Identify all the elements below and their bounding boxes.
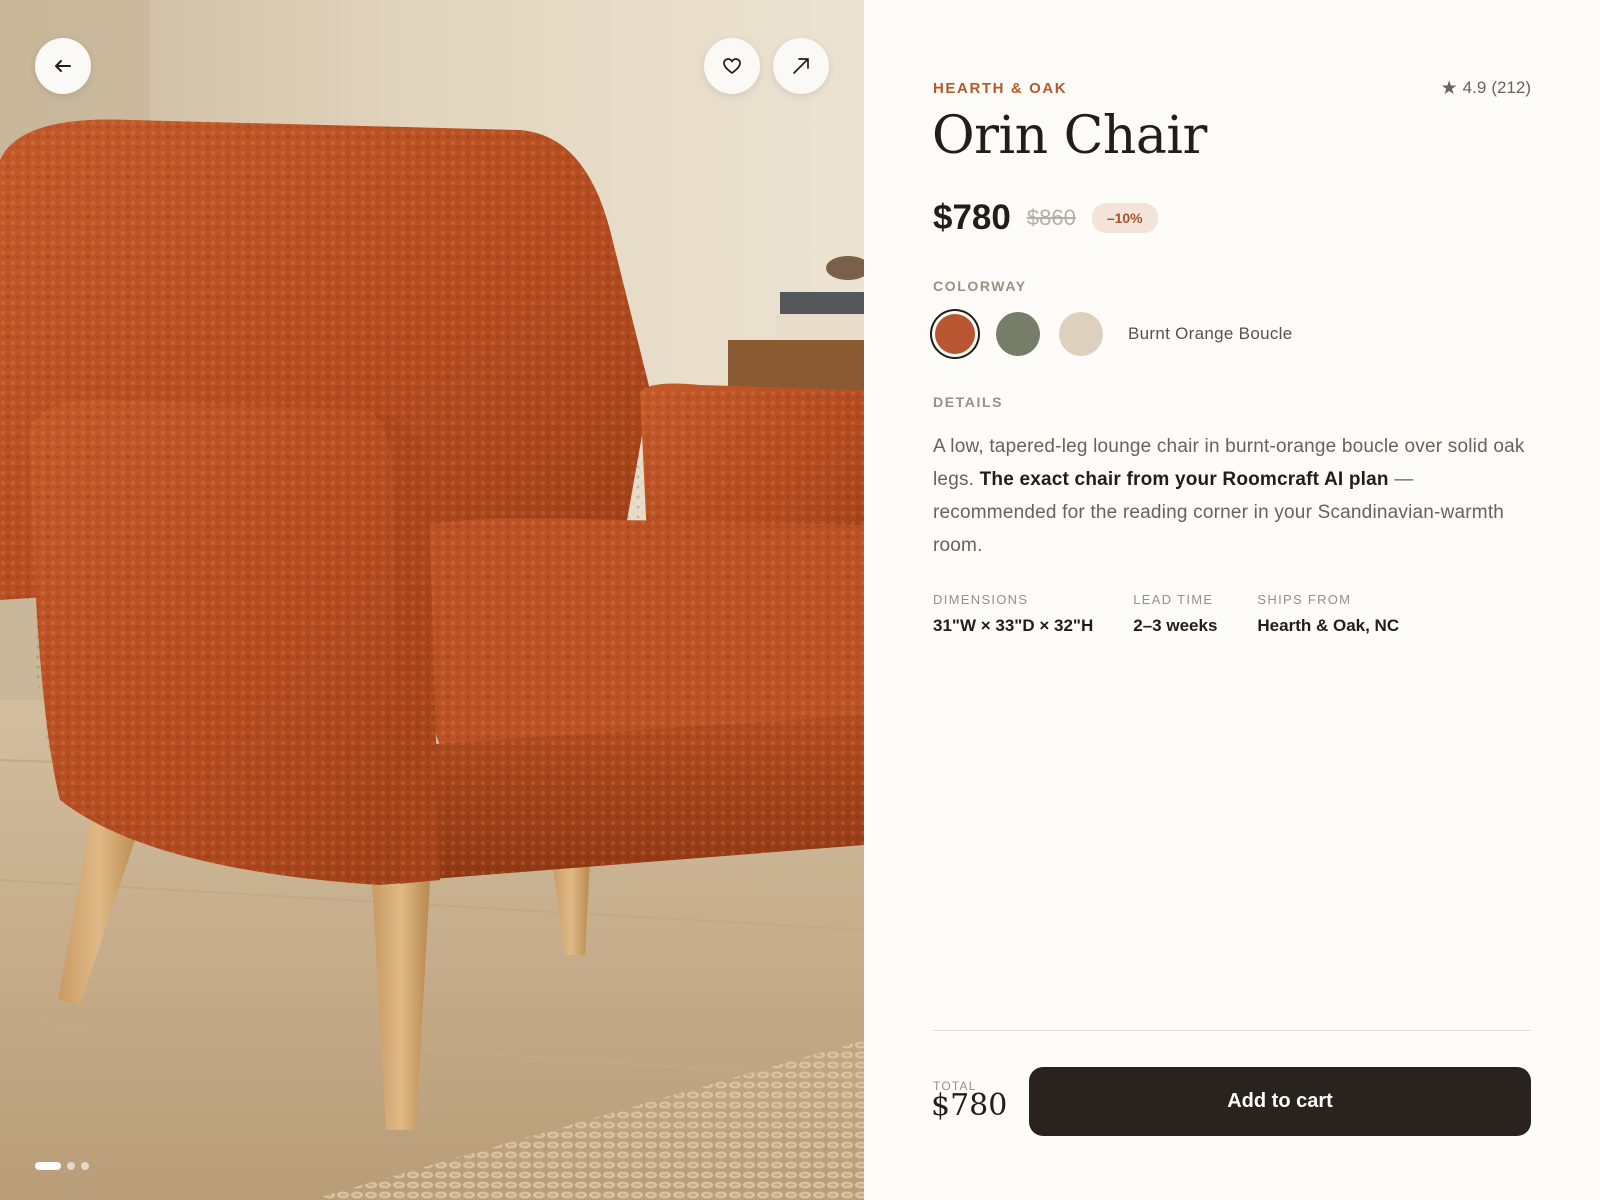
chair-image xyxy=(0,0,864,1200)
rating-value: 4.9 xyxy=(1462,78,1487,97)
heart-icon xyxy=(723,58,741,74)
product-photo xyxy=(0,0,864,1200)
price-row: $780 $860 –10% xyxy=(933,198,1158,238)
arrow-left-icon xyxy=(55,60,71,72)
share-button[interactable] xyxy=(773,38,829,94)
swatch-cream[interactable] xyxy=(1059,312,1103,356)
spec-label: SHIPS FROM xyxy=(1257,592,1352,607)
product-details-panel: HEARTH & OAK ★ 4.9 (212) Orin Chair $780… xyxy=(864,0,1600,1200)
current-price: $780 xyxy=(933,198,1011,237)
description-highlight: The exact chair from your Roomcraft AI p… xyxy=(979,469,1389,490)
gallery-dot[interactable] xyxy=(67,1162,75,1170)
spec-value: 2–3 weeks xyxy=(1133,616,1218,635)
gallery-dot[interactable] xyxy=(81,1162,89,1170)
spec-value: 31"W × 33"D × 32"H xyxy=(933,616,1094,635)
favorite-button[interactable] xyxy=(704,38,760,94)
spec-ships-from: SHIPS FROM Hearth & Oak, NC xyxy=(1257,592,1399,636)
back-button[interactable] xyxy=(35,38,91,94)
review-count: (212) xyxy=(1491,78,1531,97)
colorway-swatches: Burnt Orange Boucle xyxy=(933,312,1292,356)
arrow-up-right-icon xyxy=(793,58,809,74)
swatch-sage-green[interactable] xyxy=(996,312,1040,356)
spec-value: Hearth & Oak, NC xyxy=(1257,616,1400,635)
add-to-cart-button[interactable]: Add to cart xyxy=(1029,1067,1531,1136)
brand-name[interactable]: HEARTH & OAK xyxy=(933,80,1067,97)
footer-divider xyxy=(933,1030,1531,1031)
gallery-dot-active[interactable] xyxy=(35,1162,61,1170)
colorway-label: COLORWAY xyxy=(933,278,1027,294)
selected-colorway-name: Burnt Orange Boucle xyxy=(1128,324,1293,343)
original-price: $860 xyxy=(1026,205,1076,230)
spec-dimensions: DIMENSIONS 31"W × 33"D × 32"H xyxy=(933,592,1093,636)
spec-label: DIMENSIONS xyxy=(933,592,1029,607)
gallery-pagination xyxy=(35,1162,89,1170)
details-label: DETAILS xyxy=(933,394,1004,410)
total-price: $780 xyxy=(931,1088,1008,1123)
spec-lead-time: LEAD TIME 2–3 weeks xyxy=(1133,592,1217,636)
product-specs: DIMENSIONS 31"W × 33"D × 32"H LEAD TIME … xyxy=(933,592,1439,636)
rating[interactable]: ★ 4.9 (212) xyxy=(1441,78,1531,98)
swatch-burnt-orange[interactable] xyxy=(935,314,975,354)
product-title: Orin Chair xyxy=(932,106,1207,166)
product-description: A low, tapered-leg lounge chair in burnt… xyxy=(933,430,1533,562)
spec-label: LEAD TIME xyxy=(1133,592,1214,607)
star-icon: ★ xyxy=(1440,77,1458,99)
discount-badge: –10% xyxy=(1091,203,1158,233)
